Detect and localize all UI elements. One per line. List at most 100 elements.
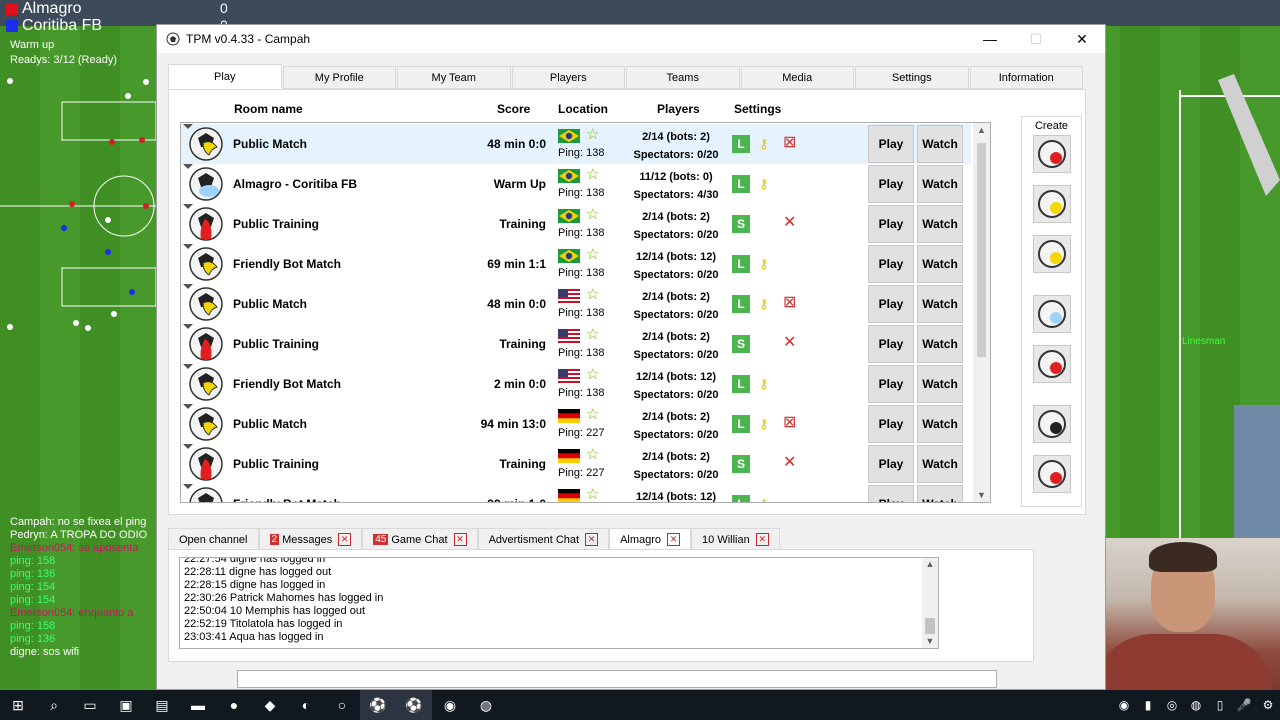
tab-settings[interactable]: Settings (855, 66, 969, 89)
watch-button[interactable]: Watch (917, 365, 963, 403)
tab-media[interactable]: Media (740, 66, 854, 89)
room-row[interactable]: Almagro - Coritiba FB Warm Up ☆ Ping: 138 11… (181, 164, 971, 204)
play-button[interactable]: Play (868, 205, 914, 243)
create-yellow-ball-button[interactable] (1033, 185, 1071, 223)
room-row[interactable]: Public Training Training ☆ Ping: 227 2/14 (b… (181, 444, 971, 484)
play-button[interactable]: Play (868, 245, 914, 283)
chat-scroll-up-icon[interactable]: ▲ (922, 558, 938, 571)
windows-start-icon[interactable]: ⊞ (0, 690, 36, 720)
play-button[interactable]: Play (868, 365, 914, 403)
chat-log[interactable]: 22:27:54 digne has logged in 22:28:11 dig… (179, 557, 939, 649)
tab-my-profile[interactable]: My Profile (282, 66, 396, 89)
scrollbar-thumb[interactable] (977, 143, 986, 357)
room-row[interactable]: Public Match 48 min 0:0 ☆ Ping: 138 2/14 (bo… (181, 284, 971, 324)
discord-icon[interactable]: ◐ (288, 690, 324, 720)
chat-tab-label: Game Chat (391, 533, 448, 546)
col-score[interactable]: Score (497, 102, 530, 116)
chat-tab[interactable]: Open channel (168, 528, 259, 550)
close-tab-icon[interactable]: ✕ (585, 533, 599, 546)
chrome-icon[interactable]: ● (216, 690, 252, 720)
play-button[interactable]: Play (868, 285, 914, 323)
chat-tab[interactable]: 2 Messages ✕ (258, 528, 363, 550)
watch-button[interactable]: Watch (917, 205, 963, 243)
room-row[interactable]: Public Match 94 min 13:0 ☆ Ping: 227 2/14 (b… (181, 404, 971, 444)
create-team-crest-button[interactable] (1033, 405, 1071, 443)
file-explorer-icon[interactable]: ▬ (180, 690, 216, 720)
chat-input[interactable] (237, 670, 997, 688)
opera-icon[interactable]: ○ (324, 690, 360, 720)
chat-scrollbar[interactable]: ▲ ▼ (922, 558, 938, 648)
task-view-icon[interactable]: ▭ (72, 690, 108, 720)
tray-icon-1[interactable]: ◉ (1112, 690, 1136, 720)
chat-tab[interactable]: 45 Game Chat ✕ (362, 528, 478, 550)
tpm-icon-2[interactable]: ⚽ (396, 690, 432, 720)
watch-button[interactable]: Watch (917, 325, 963, 363)
play-button[interactable]: Play (868, 485, 914, 502)
microphone-icon[interactable]: 🎤 (1232, 690, 1256, 720)
play-button[interactable]: Play (868, 325, 914, 363)
tab-teams[interactable]: Teams (626, 66, 740, 89)
chat-scroll-down-icon[interactable]: ▼ (922, 635, 938, 648)
tray-icon-5[interactable]: ▯ (1208, 690, 1232, 720)
watch-button[interactable]: Watch (917, 405, 963, 443)
close-button[interactable]: ✕ (1059, 25, 1105, 53)
close-tab-icon[interactable]: ✕ (338, 533, 352, 546)
create-cloud-ball-button[interactable] (1033, 295, 1071, 333)
tray-icon-3[interactable]: ◎ (1160, 690, 1184, 720)
star-icon: ☆ (586, 246, 600, 263)
maximize-button[interactable]: ☐ (1013, 25, 1059, 53)
ball-icon[interactable]: ◍ (468, 690, 504, 720)
close-tab-icon[interactable]: ✕ (755, 533, 769, 546)
col-settings[interactable]: Settings (734, 102, 781, 116)
tpm-icon[interactable]: ⚽ (360, 690, 396, 720)
room-row[interactable]: Public Training Training ☆ Ping: 138 2/14 (b… (181, 324, 971, 364)
tray-icon-2[interactable]: ▮ (1136, 690, 1160, 720)
scroll-up-icon[interactable]: ▲ (973, 125, 990, 135)
watch-button[interactable]: Watch (917, 485, 963, 502)
play-button[interactable]: Play (868, 165, 914, 203)
minimize-button[interactable]: — (967, 25, 1013, 53)
yellow-ball-icon (189, 247, 223, 281)
col-room-name[interactable]: Room name (234, 102, 303, 116)
room-row[interactable]: Public Training Training ☆ Ping: 138 2/14 (b… (181, 204, 971, 244)
epic-games-icon[interactable]: ▣ (108, 690, 144, 720)
close-tab-icon[interactable]: ✕ (667, 533, 681, 546)
scroll-down-icon[interactable]: ▼ (973, 490, 990, 500)
watch-button[interactable]: Watch (917, 165, 963, 203)
play-button[interactable]: Play (868, 405, 914, 443)
tab-information[interactable]: Information (969, 66, 1083, 89)
title-bar[interactable]: TPM v0.4.33 - Campah — ☐ ✕ (157, 25, 1105, 53)
watch-button[interactable]: Watch (917, 245, 963, 283)
chat-tab[interactable]: Advertisment Chat ✕ (477, 528, 610, 550)
tray-icon-4[interactable]: ◍ (1184, 690, 1208, 720)
col-players[interactable]: Players (657, 102, 700, 116)
create-red-logo-button[interactable] (1033, 455, 1071, 493)
photos-icon[interactable]: ▤ (144, 690, 180, 720)
create-red-ball-button[interactable] (1033, 135, 1071, 173)
chat-scrollbar-thumb[interactable] (925, 618, 935, 634)
spectators-count: Spectators: 0/20 (633, 229, 719, 241)
brave-icon[interactable]: ◆ (252, 690, 288, 720)
tab-players[interactable]: Players (511, 66, 625, 89)
create-triangle-ball-button[interactable] (1033, 345, 1071, 383)
play-button[interactable]: Play (868, 125, 914, 163)
room-row[interactable]: Friendly Bot Match 2 min 0:0 ☆ Ping: 138 12/… (181, 364, 971, 404)
room-row[interactable]: Public Match 48 min 0:0 ☆ Ping: 138 2/14 (bo… (181, 124, 971, 164)
watch-button[interactable]: Watch (917, 445, 963, 483)
chat-tab[interactable]: Almagro ✕ (609, 528, 692, 550)
room-row[interactable]: Friendly Bot Match99 min 1:0☆Ping: 22712… (181, 484, 971, 502)
chat-tab[interactable]: 10 Willian ✕ (691, 528, 780, 550)
create-star-ball-button[interactable] (1033, 235, 1071, 273)
col-location[interactable]: Location (558, 102, 608, 116)
tray-icon-7[interactable]: ⚙ (1256, 690, 1280, 720)
play-button[interactable]: Play (868, 445, 914, 483)
watch-button[interactable]: Watch (917, 285, 963, 323)
watch-button[interactable]: Watch (917, 125, 963, 163)
room-row[interactable]: Friendly Bot Match 69 min 1:1 ☆ Ping: 138 12… (181, 244, 971, 284)
close-tab-icon[interactable]: ✕ (453, 533, 467, 546)
room-list-scrollbar[interactable]: ▲ ▼ (973, 123, 990, 502)
tab-play[interactable]: Play (168, 64, 282, 89)
search-icon[interactable]: ⌕ (36, 690, 72, 720)
obs-icon[interactable]: ◉ (432, 690, 468, 720)
tab-my-team[interactable]: My Team (397, 66, 511, 89)
